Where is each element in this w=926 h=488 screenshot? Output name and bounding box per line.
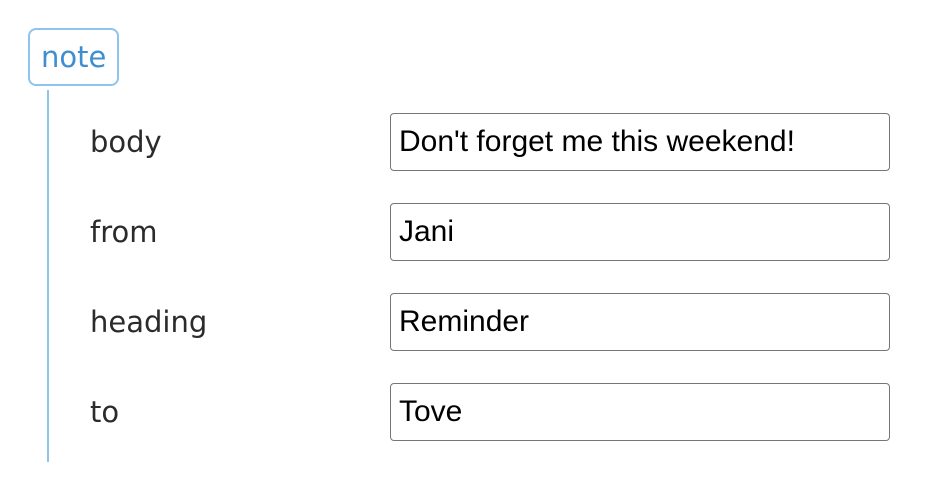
field-label-to: to bbox=[90, 395, 120, 429]
field-label-body: body bbox=[90, 125, 162, 159]
field-label-heading: heading bbox=[90, 305, 208, 339]
field-row-from: from bbox=[0, 202, 926, 262]
heading-input[interactable] bbox=[390, 293, 890, 351]
field-row-body: body bbox=[0, 112, 926, 172]
to-input[interactable] bbox=[390, 383, 890, 441]
field-row-to: to bbox=[0, 382, 926, 442]
field-row-heading: heading bbox=[0, 292, 926, 352]
body-input[interactable] bbox=[390, 113, 890, 171]
field-label-from: from bbox=[90, 215, 158, 249]
from-input[interactable] bbox=[390, 203, 890, 261]
node-tag-note[interactable]: note bbox=[28, 28, 120, 86]
